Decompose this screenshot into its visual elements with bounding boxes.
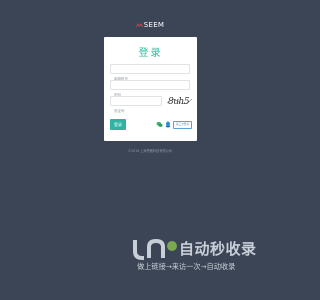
password-field-wrapper [110,80,190,99]
watermark-title: 自动秒收录 [179,240,257,258]
seem-logo-icon [135,22,143,27]
login-page: SEEM 登录 8uh5 登录 第三方登录 [0,0,300,300]
captcha-text: 8uh5 [168,97,190,107]
watermark-subtitle: 做上链接→来访一次→自动收录 [137,262,236,271]
third-party-login: 第三方登录 [156,120,192,129]
login-card: 登录 8uh5 登录 第三方登录 [104,37,197,141]
wechat-icon[interactable] [156,121,163,128]
brand-header: SEEM [0,21,300,29]
captcha-image[interactable]: 8uh5 [166,94,193,107]
qq-icon[interactable] [165,121,171,128]
watermark-banner: 自动秒收录 做上链接→来访一次→自动收录 [129,236,281,276]
copyright-footer: ©2016 上海思眠科技有限公司 [127,149,173,153]
login-button[interactable]: 登录 [110,119,126,130]
third-party-label[interactable]: 第三方登录 [173,120,192,129]
login-title: 登录 [138,48,163,59]
captcha-input[interactable] [111,107,161,115]
captcha-field-wrapper [110,96,162,115]
username-field-wrapper [110,64,190,83]
brand-name: SEEM [143,21,165,29]
